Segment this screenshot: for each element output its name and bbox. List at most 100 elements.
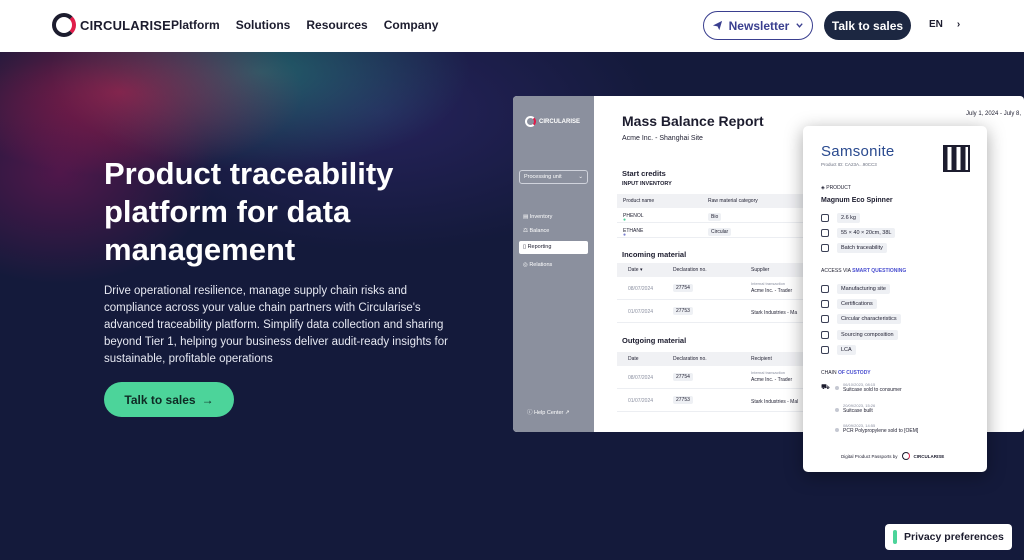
globe-icon <box>821 346 829 354</box>
sidebar-logo-text: CIRCULARISE <box>539 118 581 125</box>
weight-icon <box>821 214 829 222</box>
nav-link-solutions[interactable]: Solutions <box>236 18 291 32</box>
question-label: Sourcing composition <box>837 330 898 340</box>
question-circular[interactable]: Circular characteristics <box>821 314 901 324</box>
talk-to-sales-hero-button[interactable]: Talk to sales → <box>104 382 234 417</box>
newsletter-button[interactable]: Newsletter <box>703 11 813 40</box>
input-inventory-subheading: INPUT INVENTORY <box>622 181 672 187</box>
declaration-cell: 27754 <box>673 373 693 381</box>
sidebar-item-label: Reporting <box>527 244 552 250</box>
talk-to-sales-nav-button[interactable]: Talk to sales <box>824 11 911 40</box>
date-cell: 08/07/2024 <box>628 375 654 381</box>
transaction-note: Internal transaction <box>751 370 786 375</box>
table-row[interactable]: ● PHENOL Bio <box>617 209 807 223</box>
nav-link-company[interactable]: Company <box>384 18 439 32</box>
chevron-down-icon <box>796 23 804 28</box>
circularise-logo[interactable]: CIRCULARISE <box>52 13 171 37</box>
column-header: Product name <box>623 198 655 204</box>
sidebar-item-relations[interactable]: ◎ Relations <box>519 259 588 272</box>
qr-code-icon[interactable] <box>943 145 970 172</box>
outgoing-table-header: Date Declaration no. Recipient <box>617 352 807 366</box>
question-label: Circular characteristics <box>837 314 901 324</box>
report-title: Mass Balance Report <box>622 113 764 129</box>
factory-icon <box>821 285 829 293</box>
sidebar-item-inventory[interactable]: ▤ Inventory <box>519 211 588 224</box>
attribute-value: 2.6 kg <box>837 213 860 223</box>
column-header: Declaration no. <box>673 267 707 273</box>
chain-highlight: OF CUSTODY <box>837 370 871 376</box>
sort-icon: ▾ <box>639 267 643 273</box>
column-header: Date <box>628 356 639 362</box>
help-center-link[interactable]: ⓘ Help Center ↗ <box>527 408 570 416</box>
logo-text: CIRCULARISE <box>80 17 172 33</box>
product-name-cell: ● PHENOL <box>623 213 644 223</box>
column-header: Supplier <box>751 267 770 273</box>
sidebar-item-label: Relations <box>529 262 553 268</box>
hero-cta-label: Talk to sales <box>124 392 196 407</box>
access-label-text: ACCESS VIA <box>821 268 851 274</box>
privacy-preferences-button[interactable]: Privacy preferences <box>885 524 1012 550</box>
declaration-cell: 27753 <box>673 396 693 404</box>
nav-link-platform[interactable]: Platform <box>171 18 220 32</box>
privacy-label: Privacy preferences <box>904 531 1004 543</box>
processing-unit-select[interactable]: Processing unit ⌄ <box>519 170 588 184</box>
sidebar-item-reporting[interactable]: ▯ Reporting <box>519 241 588 254</box>
timeline-dot <box>835 428 839 432</box>
category-cell: Circular <box>708 228 732 236</box>
status-dot: ● <box>623 217 627 223</box>
circularise-logo-icon <box>525 116 536 127</box>
attribute-value: Batch traceability <box>837 243 887 253</box>
product-name: ETHANE <box>623 228 644 234</box>
question-sourcing[interactable]: Sourcing composition <box>821 330 898 340</box>
question-manufacturing[interactable]: Manufacturing site <box>821 284 890 294</box>
table-row[interactable]: 08/07/2024 27754 Internal transaction Ac… <box>617 278 807 300</box>
access-highlight: SMART QUESTIONING <box>852 268 907 274</box>
language-selector[interactable]: EN › <box>929 19 960 30</box>
recipient-cell: Stark Industries - Mal <box>751 399 799 405</box>
circularise-logo-icon <box>901 452 910 460</box>
truck-icon: ⛟ <box>821 384 830 391</box>
sidebar-item-label: Balance <box>529 228 550 234</box>
chain-label: CHAIN OF CUSTODY <box>821 370 871 376</box>
arrow-right-icon: → <box>201 392 214 407</box>
product-passport-card: Samsonite Product ID: CA23A...90CC3 ◈ PR… <box>803 126 987 472</box>
incoming-material-heading: Incoming material <box>622 250 687 259</box>
column-header: Date ▾ <box>628 267 642 273</box>
attribute-dimensions: 55 × 40 × 20cm, 38L <box>821 228 896 238</box>
sidebar-item-balance[interactable]: ⚖ Balance <box>519 225 588 238</box>
start-credits-heading: Start credits <box>622 169 666 178</box>
chain-event: 20/09/2023, 15:26 Suitcase built <box>843 403 875 414</box>
table-row[interactable]: ● ETHANE Circular <box>617 224 807 238</box>
chain-event-text: Suitcase built <box>843 408 873 414</box>
database-icon: ▤ <box>523 214 530 220</box>
product-id: Product ID: CA23A...90CC3 <box>821 162 877 167</box>
report-date-range: July 1, 2024 - July 8, <box>966 111 1022 117</box>
status-dot: ● <box>623 232 627 238</box>
chain-event: 08/09/2023, 14:55 PCR Polypropylene sold … <box>843 423 918 434</box>
question-lca[interactable]: LCA <box>821 345 856 355</box>
network-icon <box>821 244 829 252</box>
chain-event-text: Suitcase sold to consumer <box>843 387 902 393</box>
newsletter-label: Newsletter <box>728 18 790 33</box>
privacy-shield-icon <box>893 530 897 544</box>
attribute-batch: Batch traceability <box>821 243 887 253</box>
nav-link-resources[interactable]: Resources <box>306 18 367 32</box>
certificate-icon <box>821 300 829 308</box>
timeline-dot <box>835 386 839 390</box>
question-certifications[interactable]: Certifications <box>821 299 877 309</box>
column-header: Recipient <box>751 356 772 362</box>
table-row[interactable]: 01/07/2024 27753 Stark Industries - Mal <box>617 390 807 412</box>
chain-event: 06/10/2023, 08:15 Suitcase sold to consum… <box>843 382 902 393</box>
sidebar-logo: CIRCULARISE <box>525 116 580 127</box>
external-link-icon: ↗ <box>563 410 570 416</box>
sidebar-item-label: Inventory <box>529 214 553 220</box>
dpp-logo-text: CIRCULARISE <box>913 453 945 459</box>
chevron-right-icon: › <box>956 19 961 30</box>
inventory-table-header: Product name Raw material category <box>617 194 807 208</box>
table-row[interactable]: 01/07/2024 27753 Stark Industries - Ma <box>617 301 807 323</box>
product-name-cell: ● ETHANE <box>623 228 644 238</box>
table-row[interactable]: 08/07/2024 27754 Internal transaction Ac… <box>617 367 807 389</box>
outgoing-material-heading: Outgoing material <box>622 336 687 345</box>
product-name: PHENOL <box>623 213 644 219</box>
column-header-label: Date <box>628 267 639 273</box>
